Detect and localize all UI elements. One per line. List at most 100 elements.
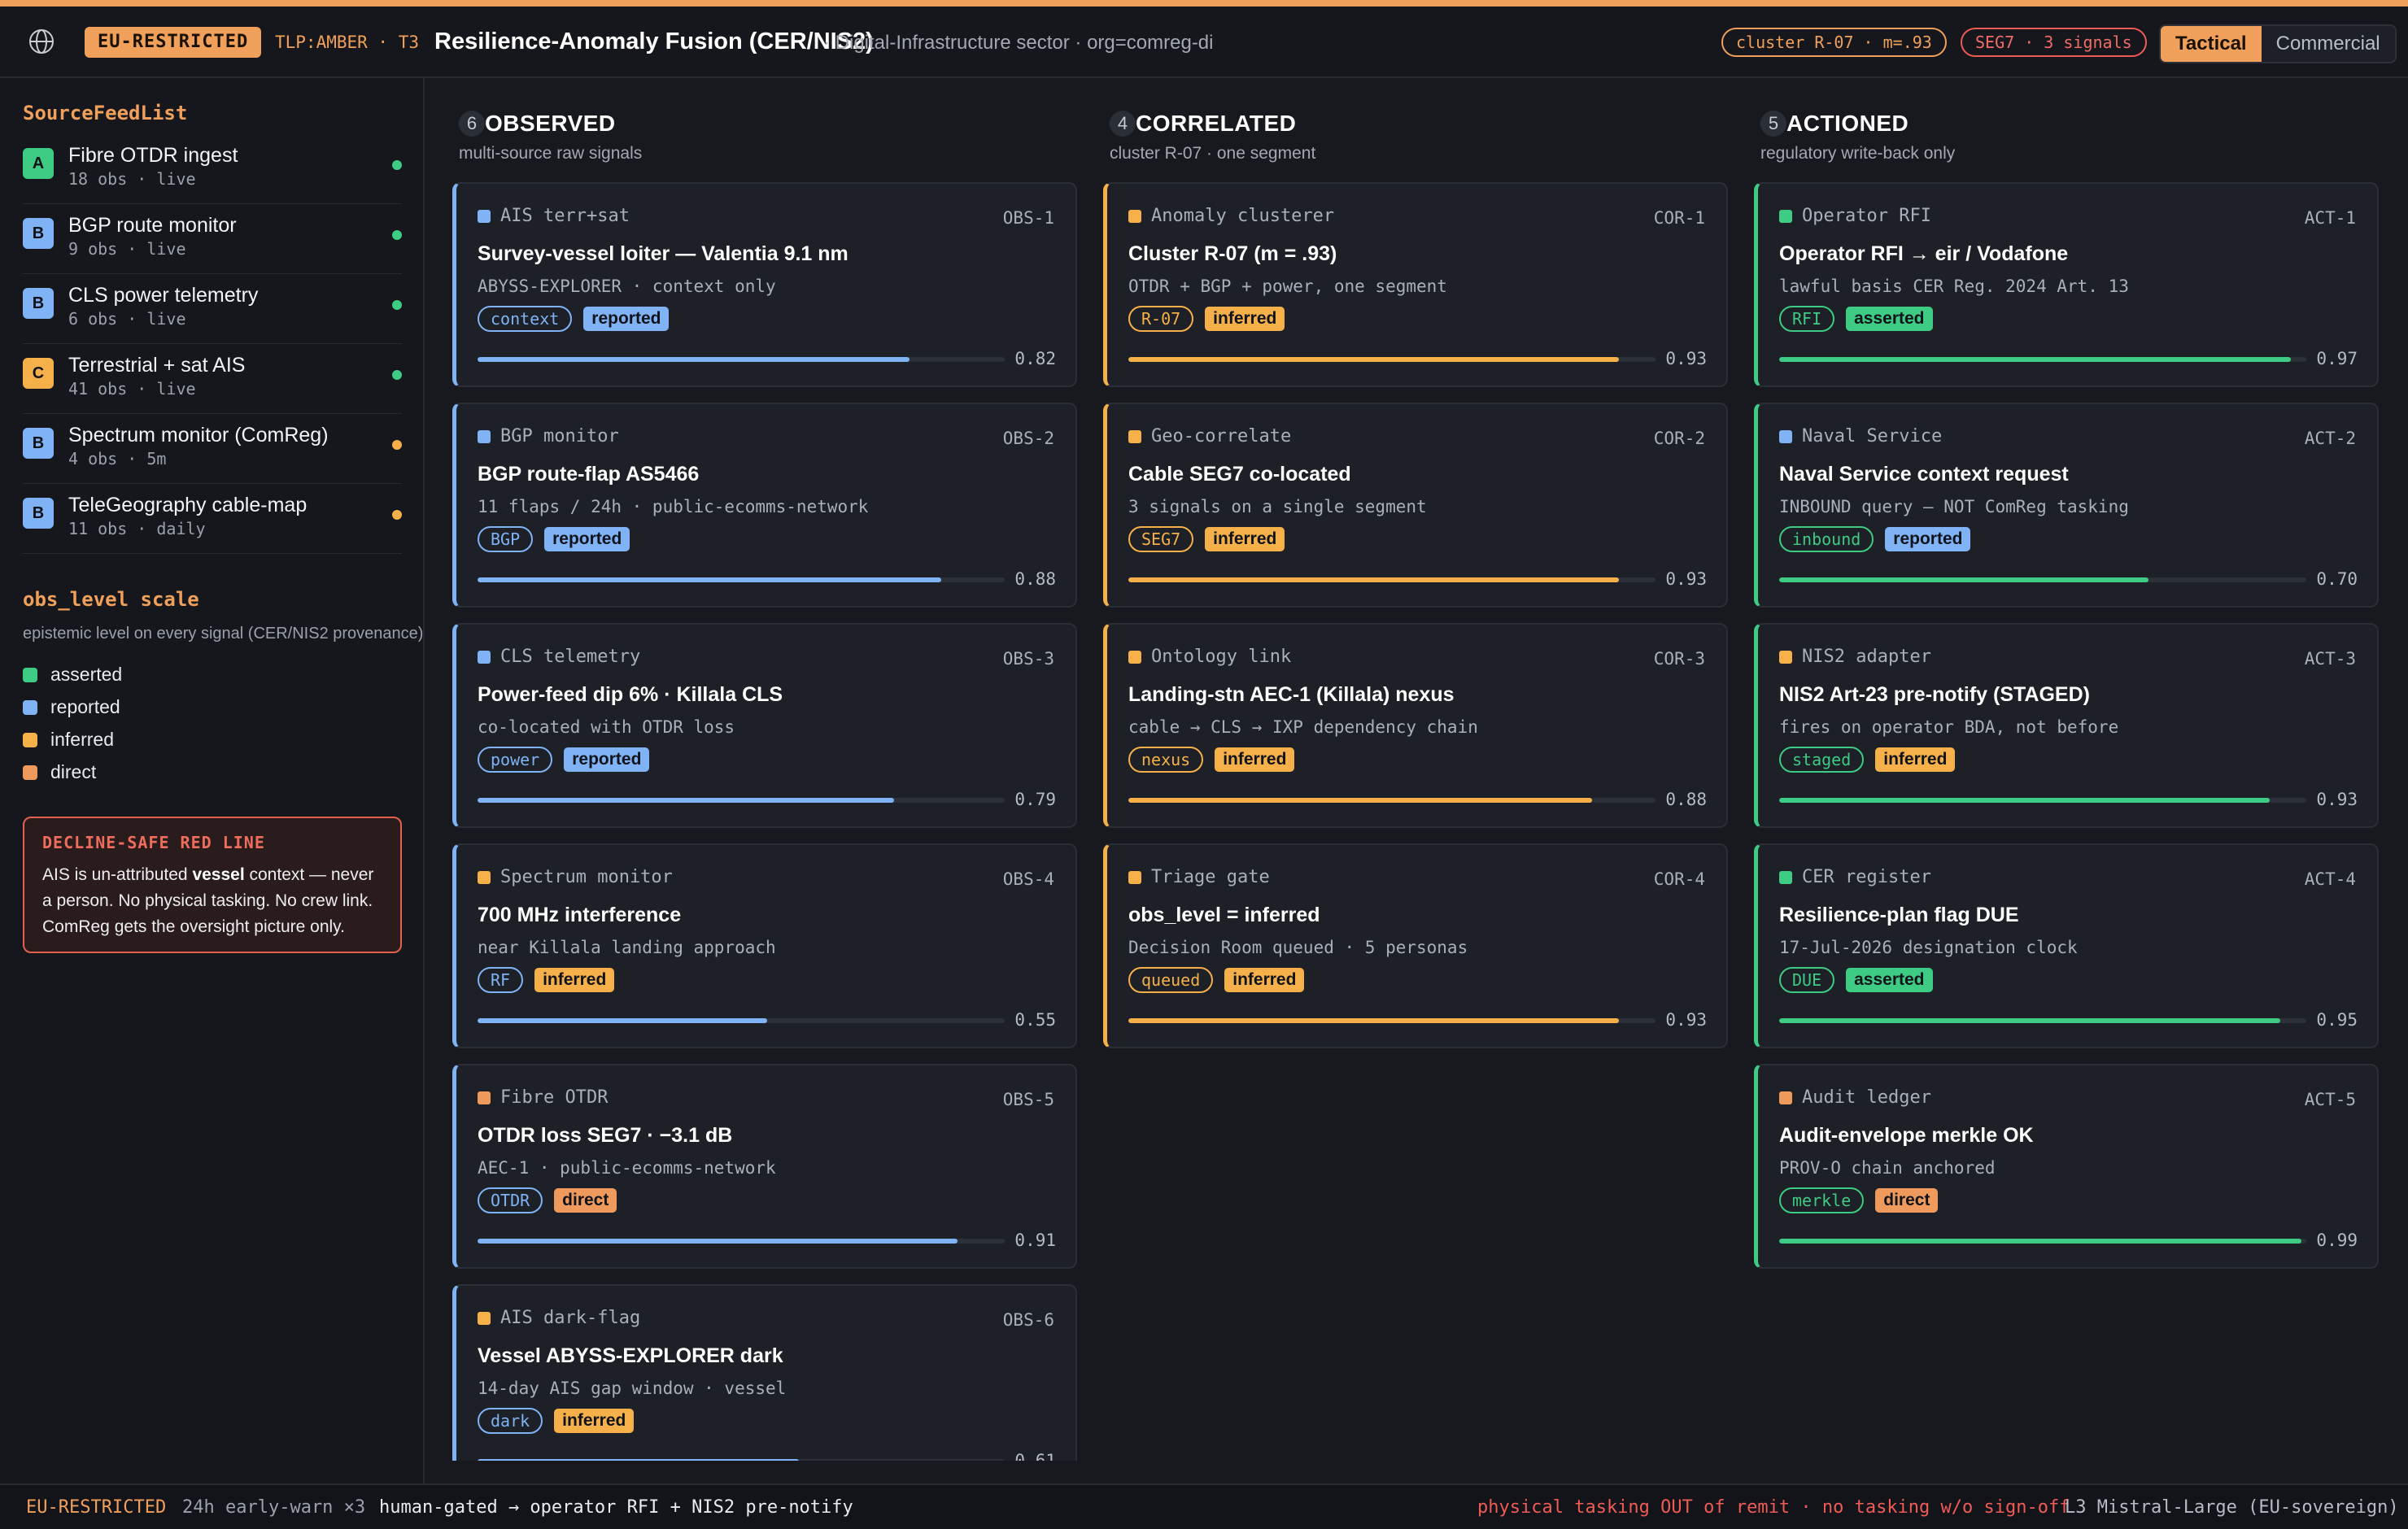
signal-card[interactable]: Triage gate COR-4 obs_level = inferred Deci… xyxy=(1103,843,1728,1048)
card-tag[interactable]: DUE xyxy=(1779,967,1835,993)
feed-status-dot xyxy=(392,440,402,450)
source-square-icon xyxy=(478,871,491,884)
signal-card[interactable]: Audit ledger ACT-5 Audit-envelope merkle O… xyxy=(1754,1064,2379,1269)
mode-commercial-button[interactable]: Commercial xyxy=(2262,26,2395,62)
signal-card[interactable]: Operator RFI ACT-1 Operator RFI → eir / Vo… xyxy=(1754,182,2379,387)
signal-card[interactable]: AIS dark-flag OBS-6 Vessel ABYSS-EXPLORER … xyxy=(452,1284,1077,1461)
cluster-pill[interactable]: cluster R-07 · m=.93 xyxy=(1721,28,1947,57)
signal-card[interactable]: Fibre OTDR OBS-5 OTDR loss SEG7 · −3.1 dB A… xyxy=(452,1064,1077,1269)
card-tag[interactable]: nexus xyxy=(1128,747,1204,773)
confidence-score: 0.93 xyxy=(2316,790,2358,809)
confidence-bar xyxy=(1779,1239,2306,1244)
card-source: Fibre OTDR xyxy=(500,1087,609,1108)
card-title: Landing-stn AEC-1 (Killala) nexus xyxy=(1128,683,1455,706)
signal-card[interactable]: Spectrum monitor OBS-4 700 MHz interferenc… xyxy=(452,843,1077,1048)
confidence-bar xyxy=(478,1239,1005,1244)
card-title: Vessel ABYSS-EXPLORER dark xyxy=(478,1344,783,1367)
mode-tactical-button[interactable]: Tactical xyxy=(2161,26,2262,62)
confidence-bar xyxy=(1779,1018,2306,1023)
card-tag[interactable]: RFI xyxy=(1779,306,1835,332)
legend-swatch xyxy=(23,668,37,682)
card-id: ACT-3 xyxy=(2304,649,2356,669)
card-source: AIS terr+sat xyxy=(500,206,630,226)
card-tag[interactable]: power xyxy=(478,747,553,773)
feed-tier-badge: B xyxy=(23,498,54,529)
feed-name: BGP route monitor xyxy=(68,214,237,237)
source-square-icon xyxy=(1779,1091,1792,1104)
source-square-icon xyxy=(478,210,491,223)
card-tag[interactable]: queued xyxy=(1128,967,1214,993)
column-subtitle: regulatory write-back only xyxy=(1760,144,1956,163)
segment-pill[interactable]: SEG7 · 3 signals xyxy=(1961,28,2147,57)
signal-card[interactable]: CLS telemetry OBS-3 Power-feed dip 6% · Ki… xyxy=(452,623,1077,828)
feed-item[interactable]: B CLS power telemetry 6 obs · live xyxy=(23,275,402,344)
feed-item[interactable]: B Spectrum monitor (ComReg) 4 obs · 5m xyxy=(23,415,402,484)
source-square-icon xyxy=(1128,210,1141,223)
column-subtitle: cluster R-07 · one segment xyxy=(1110,144,1316,163)
card-source: Spectrum monitor xyxy=(500,867,673,887)
card-tag[interactable]: RF xyxy=(478,967,524,993)
card-source: Ontology link xyxy=(1151,647,1292,667)
card-tag[interactable]: context xyxy=(478,306,573,332)
card-tag[interactable]: merkle xyxy=(1779,1187,1865,1213)
sidebar: SourceFeedList A Fibre OTDR ingest 18 obs … xyxy=(0,78,425,1483)
feed-item[interactable]: B TeleGeography cable-map 11 obs · daily xyxy=(23,485,402,554)
signal-card[interactable]: Geo-correlate COR-2 Cable SEG7 co-located 3… xyxy=(1103,403,1728,608)
card-tag[interactable]: staged xyxy=(1779,747,1865,773)
footer-remit-warning: physical tasking OUT of remit · no taski… xyxy=(1477,1497,2070,1518)
card-title: Operator RFI → eir / Vodafone xyxy=(1779,242,2069,265)
feed-item[interactable]: A Fibre OTDR ingest 18 obs · live xyxy=(23,135,402,204)
obs-level-badge: inferred xyxy=(554,1409,635,1433)
signal-card[interactable]: BGP monitor OBS-2 BGP route-flap AS5466 11 … xyxy=(452,403,1077,608)
card-title: Resilience-plan flag DUE xyxy=(1779,904,2019,926)
confidence-bar xyxy=(478,798,1005,803)
card-description: 3 signals on a single segment xyxy=(1128,497,1427,516)
card-title: Power-feed dip 6% · Killala CLS xyxy=(478,683,783,706)
legend-label: inferred xyxy=(50,729,114,750)
feed-meta: 9 obs · live xyxy=(68,239,186,259)
feed-status-dot xyxy=(392,510,402,520)
card-tag[interactable]: SEG7 xyxy=(1128,526,1194,552)
signal-card[interactable]: Naval Service ACT-2 Naval Service context … xyxy=(1754,403,2379,608)
source-square-icon xyxy=(1779,430,1792,443)
signal-card[interactable]: Ontology link COR-3 Landing-stn AEC-1 (Kil… xyxy=(1103,623,1728,828)
obs-level-badge: inferred xyxy=(1224,968,1305,992)
signal-card[interactable]: CER register ACT-4 Resilience-plan flag DU… xyxy=(1754,843,2379,1048)
confidence-bar xyxy=(478,577,1005,582)
card-tag[interactable]: OTDR xyxy=(478,1187,543,1213)
feed-tier-badge: C xyxy=(23,358,54,389)
confidence-score: 0.82 xyxy=(1014,349,1056,368)
feed-item[interactable]: B BGP route monitor 9 obs · live xyxy=(23,205,402,274)
card-tags: dark inferred xyxy=(478,1408,635,1434)
footer-model: L3 Mistral-Large (EU-sovereign) xyxy=(2065,1497,2399,1518)
card-source: Naval Service xyxy=(1802,426,1943,447)
card-description: fires on operator BDA, not before xyxy=(1779,717,2119,737)
feed-item[interactable]: C Terrestrial + sat AIS 41 obs · live xyxy=(23,345,402,414)
card-id: OBS-3 xyxy=(1002,649,1054,669)
card-tags: context reported xyxy=(478,306,670,332)
confidence-score: 0.88 xyxy=(1665,790,1707,809)
card-tags: OTDR direct xyxy=(478,1187,617,1213)
app-header: EU-RESTRICTED TLP:AMBER · T3 Resilience-… xyxy=(0,7,2408,78)
card-id: ACT-5 xyxy=(2304,1090,2356,1109)
card-tag[interactable]: inbound xyxy=(1779,526,1874,552)
obs-level-badge: direct xyxy=(1875,1188,1939,1213)
card-tag[interactable]: R-07 xyxy=(1128,306,1194,332)
confidence-score: 0.99 xyxy=(2316,1231,2358,1250)
globe-icon[interactable] xyxy=(28,28,55,55)
card-tag[interactable]: BGP xyxy=(478,526,534,552)
feed-tier-badge: A xyxy=(23,148,54,179)
card-title: Audit-envelope merkle OK xyxy=(1779,1124,2034,1147)
card-description: INBOUND query — NOT ComReg tasking xyxy=(1779,497,2129,516)
column-count-badge: 4 xyxy=(1110,111,1136,137)
confidence-score: 0.93 xyxy=(1665,569,1707,589)
signal-card[interactable]: Anomaly clusterer COR-1 Cluster R-07 (m = … xyxy=(1103,182,1728,387)
signal-card[interactable]: AIS terr+sat OBS-1 Survey-vessel loiter — … xyxy=(452,182,1077,387)
signal-card[interactable]: NIS2 adapter ACT-3 NIS2 Art-23 pre-notify … xyxy=(1754,623,2379,828)
column-count-badge: 5 xyxy=(1760,111,1786,137)
column-card-list: AIS terr+sat OBS-1 Survey-vessel loiter — … xyxy=(452,169,1087,1461)
footer-early-warn: 24h early-warn ×3 xyxy=(182,1497,366,1518)
feed-status-dot xyxy=(392,230,402,240)
card-source: Anomaly clusterer xyxy=(1151,206,1335,226)
card-tag[interactable]: dark xyxy=(478,1408,543,1434)
